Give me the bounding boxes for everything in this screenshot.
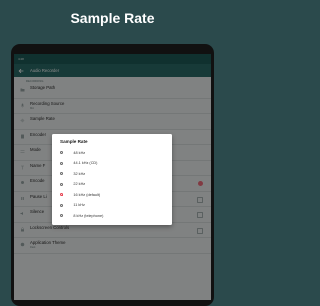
option-label: 44.1 kHz (CD) — [73, 161, 98, 166]
sample-rate-option[interactable]: 44.1 kHz (CD) — [60, 159, 168, 169]
radio-button[interactable] — [60, 193, 64, 197]
sample-rate-option[interactable]: 48 kHz — [60, 148, 168, 158]
sample-rate-option[interactable]: 32 kHz — [60, 169, 168, 179]
page-headline: Sample Rate — [70, 10, 155, 26]
sample-rate-option[interactable]: 8 kHz (telephone) — [60, 211, 168, 221]
app-screen: 4:28 Audio Recorder RECORDING Storage Pa… — [14, 54, 211, 300]
radio-button[interactable] — [60, 161, 64, 165]
radio-button[interactable] — [60, 214, 64, 218]
radio-button[interactable] — [60, 151, 64, 155]
option-label: 11 kHz — [73, 203, 85, 208]
sample-rate-option[interactable]: 11 kHz — [60, 201, 168, 211]
option-label: 16 kHz (default) — [73, 192, 101, 197]
radio-button[interactable] — [60, 203, 64, 207]
option-label: 22 kHz — [73, 182, 86, 187]
dialog-title: Sample Rate — [60, 139, 88, 144]
option-label: 32 kHz — [73, 171, 86, 176]
radio-button[interactable] — [60, 172, 64, 176]
option-label: 48 kHz — [73, 150, 86, 155]
radio-button[interactable] — [60, 182, 64, 186]
sample-rate-option[interactable]: 22 kHz — [60, 180, 168, 190]
option-label: 8 kHz (telephone) — [73, 213, 104, 218]
sample-rate-dialog: Sample Rate 48 kHz 44.1 kHz (CD) 32 kHz 22 … — [52, 134, 172, 225]
sample-rate-option[interactable]: 16 kHz (default) — [60, 190, 168, 200]
